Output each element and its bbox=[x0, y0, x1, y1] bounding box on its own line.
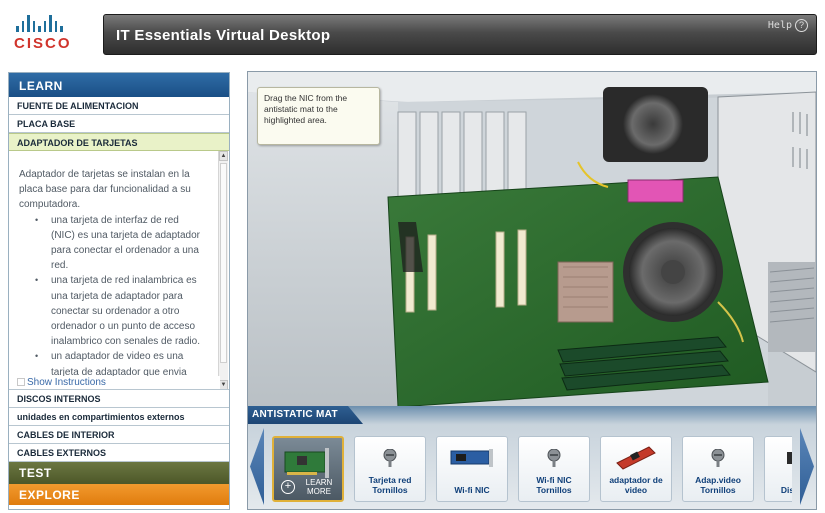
virtual-desktop-workspace: Drag the NIC from the antistatic mat to … bbox=[247, 71, 817, 510]
title-bar: IT Essentials Virtual Desktop Help ? bbox=[103, 14, 817, 55]
nav-discos-internos[interactable]: DISCOS INTERNOS bbox=[9, 390, 229, 408]
mat-item-disc-unid[interactable]: Disc unid bbox=[764, 436, 792, 502]
section-explore[interactable]: EXPLORE bbox=[9, 484, 229, 505]
instruction-tooltip: Drag the NIC from the antistatic mat to … bbox=[257, 87, 380, 145]
mat-item-wifi-nic[interactable]: Wi-fi NIC bbox=[436, 436, 508, 502]
nic-card-icon bbox=[284, 448, 329, 478]
nav-adaptador-tarjetas[interactable]: ADAPTADOR DE TARJETAS bbox=[9, 133, 229, 151]
app-header: CISCO IT Essentials Virtual Desktop Help… bbox=[0, 0, 825, 64]
mat-item-label: Wi-fi NIC Tornillos bbox=[536, 475, 572, 495]
wifi-card-icon bbox=[450, 449, 493, 467]
show-instructions-label: Show Instructions bbox=[27, 377, 106, 388]
section-learn[interactable]: LEARN bbox=[9, 73, 229, 97]
mat-item-label: Disc unid bbox=[780, 485, 792, 495]
lesson-bullet: una tarjeta de red inalambrica es una ta… bbox=[35, 273, 203, 349]
nav-cables-externos[interactable]: CABLES EXTERNOS bbox=[9, 444, 229, 462]
screw-icon bbox=[383, 449, 397, 467]
scroll-up-icon[interactable]: ▲ bbox=[219, 151, 228, 161]
video-card-icon bbox=[616, 446, 656, 470]
nav-unidades-externas[interactable]: unidades en compartimientos externos bbox=[9, 408, 229, 426]
app-title: IT Essentials Virtual Desktop bbox=[116, 27, 331, 44]
drive-icon bbox=[787, 452, 792, 464]
mat-item-label: adaptador de video bbox=[609, 475, 663, 495]
scroll-thumb[interactable] bbox=[220, 163, 227, 363]
nav-fuente-alimentacion[interactable]: FUENTE DE ALIMENTACION bbox=[9, 97, 229, 115]
mat-item-label: Tarjeta red Tornillos bbox=[368, 475, 412, 495]
help-label: Help bbox=[767, 20, 792, 31]
cisco-logo-text: CISCO bbox=[14, 35, 72, 52]
antistatic-mat-tab: ANTISTATIC MAT bbox=[248, 406, 363, 424]
mat-item-wifi-nic-tornillos[interactable]: Wi-fi NIC Tornillos bbox=[518, 436, 590, 502]
cisco-logo-bars bbox=[16, 14, 84, 32]
cisco-logo: CISCO bbox=[14, 14, 84, 54]
nav-cables-interior[interactable]: CABLES DE INTERIOR bbox=[9, 426, 229, 444]
learn-more-icon: + bbox=[281, 480, 295, 494]
scroll-right-icon[interactable] bbox=[800, 428, 814, 505]
lesson-content: Adaptador de tarjetas se instalan en la … bbox=[9, 151, 229, 390]
nav-placa-base[interactable]: PLACA BASE bbox=[9, 115, 229, 133]
help-icon: ? bbox=[795, 19, 808, 32]
learn-more-label: LEARN MORE bbox=[305, 478, 333, 496]
mat-items: + LEARN MORE Tarjeta red Tornillos Wi-fi… bbox=[272, 436, 792, 502]
mat-item-tarjeta-red-tornillos[interactable]: Tarjeta red Tornillos bbox=[354, 436, 426, 502]
mat-item-adaptador-video[interactable]: adaptador de video bbox=[600, 436, 672, 502]
mat-item-label: Adap.video Tornillos bbox=[695, 475, 741, 495]
lesson-intro: Adaptador de tarjetas se instalan en la … bbox=[19, 169, 191, 211]
screw-icon bbox=[547, 449, 561, 467]
screw-icon bbox=[711, 449, 725, 467]
lesson-scrollbar[interactable]: ▲ ▼ bbox=[218, 151, 228, 389]
mat-item-label: Wi-fi NIC bbox=[454, 485, 490, 495]
section-test[interactable]: TEST bbox=[9, 462, 229, 484]
antistatic-mat: ANTISTATIC MAT + LEARN MORE Tarjeta red … bbox=[248, 406, 816, 509]
mat-item-nic[interactable]: + LEARN MORE bbox=[272, 436, 344, 502]
mat-item-adap-video-tornillos[interactable]: Adap.video Tornillos bbox=[682, 436, 754, 502]
lesson-text: Adaptador de tarjetas se instalan en la … bbox=[9, 151, 219, 380]
scroll-down-icon[interactable]: ▼ bbox=[219, 380, 228, 389]
show-instructions[interactable]: Show Instructions bbox=[9, 376, 220, 389]
lesson-bullets: una tarjeta de interfaz de red (NIC) es … bbox=[35, 213, 203, 380]
scroll-left-icon[interactable] bbox=[250, 428, 264, 505]
left-panel: LEARN FUENTE DE ALIMENTACION PLACA BASE … bbox=[8, 72, 230, 510]
show-instructions-checkbox[interactable] bbox=[17, 378, 25, 386]
lesson-bullet: una tarjeta de interfaz de red (NIC) es … bbox=[35, 213, 203, 274]
help-button[interactable]: Help ? bbox=[768, 19, 808, 32]
